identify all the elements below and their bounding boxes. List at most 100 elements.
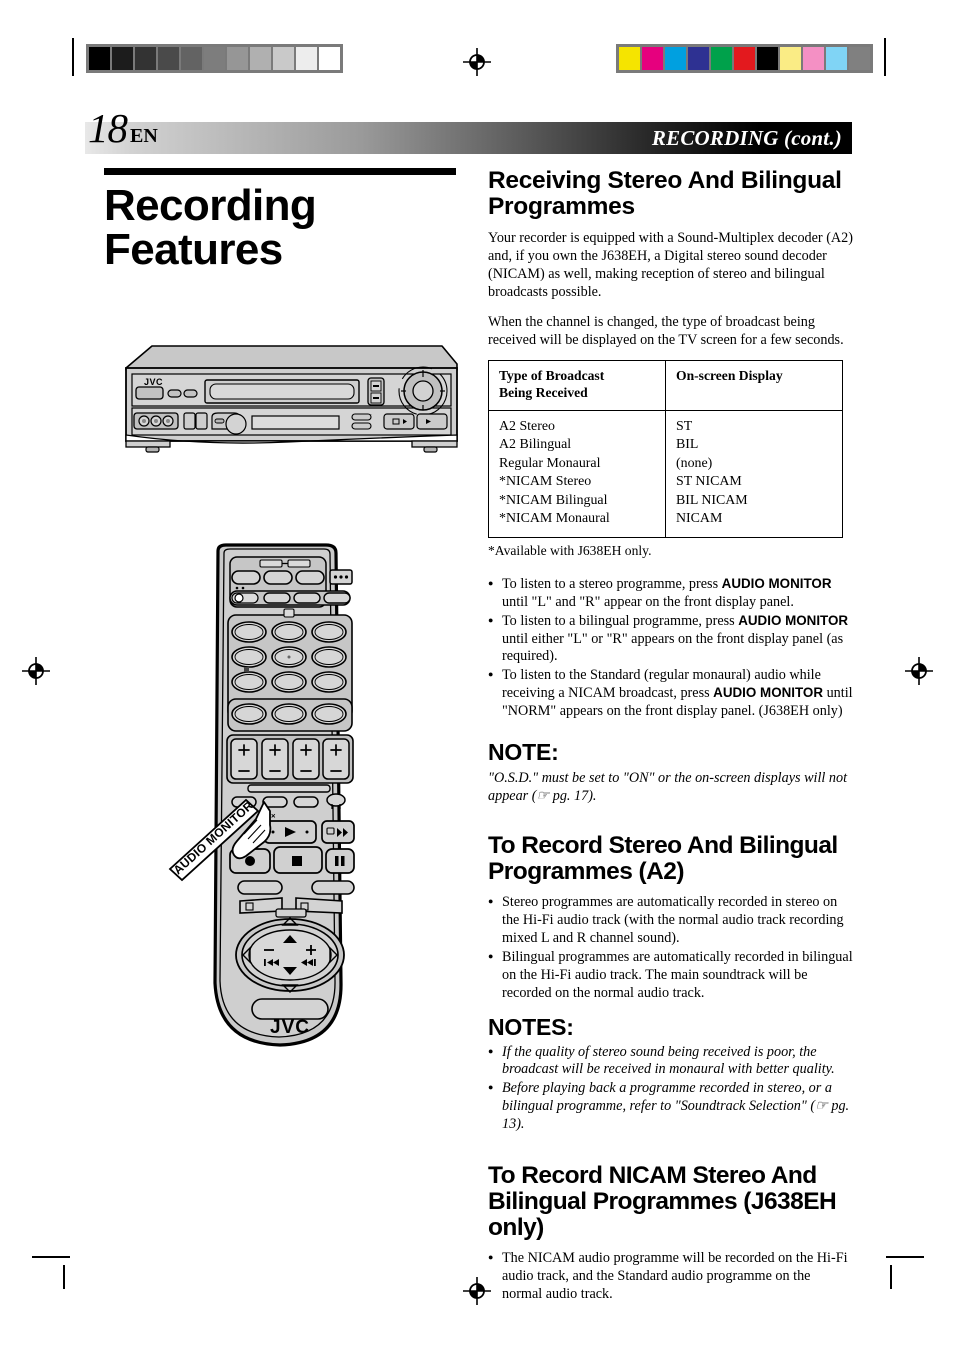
table-cell-type: *NICAM Stereo: [499, 474, 592, 490]
table-cell-display: NICAM: [665, 510, 843, 538]
table-header-onscreen-display: On-screen Display: [665, 360, 843, 411]
grayscale-swatch-9: [296, 47, 317, 70]
list-item: Before playing back a programme recorded…: [488, 1079, 854, 1134]
remote-brand-label: JVC: [270, 1017, 310, 1038]
grayscale-swatch-5: [204, 47, 225, 70]
page-title: Recording Features: [104, 181, 460, 274]
table-cell-type: A2 Bilingual: [499, 437, 572, 453]
list-item: To listen to a bilingual programme, pres…: [488, 612, 854, 667]
a2-notes-list: If the quality of stereo sound being rec…: [488, 1043, 854, 1134]
grayscale-swatch-0: [89, 47, 110, 70]
table-header-broadcast-type-line2: Being Received: [499, 384, 588, 400]
bullet-text-bold: AUDIO MONITOR: [738, 612, 849, 628]
page-number-value: 18: [88, 105, 128, 151]
table-row: *NICAM Stereo ST NICAM: [489, 473, 843, 492]
table-head: Type of Broadcast Being Received On-scre…: [488, 360, 843, 411]
crop-mark-bottom-left-h: [32, 1256, 70, 1258]
list-item: To listen to a stereo programme, press A…: [488, 575, 854, 612]
grayscale-swatch-10: [319, 47, 340, 70]
grayscale-swatch-4: [181, 47, 202, 70]
color-swatch-8: [803, 47, 824, 70]
heading-record-stereo-bilingual-a2: To Record Stereo And Bilingual Programme…: [488, 832, 838, 886]
table-cell-display: ST NICAM: [665, 473, 843, 492]
table-row: *NICAM Monaural NICAM: [489, 510, 843, 538]
table-cell-display: BIL NICAM: [665, 491, 843, 511]
table-header-broadcast-type: Type of Broadcast Being Received: [488, 360, 666, 411]
registration-mark-left: [22, 657, 50, 685]
bullet-text-pre: To listen to a stereo programme, press: [502, 575, 722, 592]
paragraph-channel-change: When the channel is changed, the type of…: [488, 313, 844, 348]
grayscale-swatch-3: [158, 47, 179, 70]
list-item: Stereo programmes are automatically reco…: [488, 893, 854, 948]
bullet-text-post: until either "L" or "R" appears on the f…: [502, 630, 844, 665]
title-rule: [104, 168, 456, 175]
crop-mark-bottom-right-h: [886, 1256, 924, 1258]
color-swatch-4: [711, 47, 732, 70]
color-swatch-10: [849, 47, 870, 70]
color-swatch-0: [619, 47, 640, 70]
table-row: Regular Monaural (none): [489, 454, 843, 474]
heading-record-nicam-stereo-bilingual: To Record NICAM Stereo And Bilingual Pro…: [488, 1162, 837, 1241]
table-cell-type: Regular Monaural: [499, 455, 601, 471]
grayscale-swatch-1: [112, 47, 133, 70]
page-title-line1: Recording: [104, 181, 317, 230]
page-number: 18 EN: [88, 108, 158, 149]
a2-recording-bullet-list: Stereo programmes are automatically reco…: [488, 893, 854, 1003]
list-item: If the quality of stereo sound being rec…: [488, 1043, 854, 1080]
left-column: Recording Features: [104, 168, 460, 271]
table-row: A2 Bilingual BIL: [489, 436, 843, 455]
paragraph-decoder-info: Your recorder is equipped with a Sound-M…: [488, 229, 853, 301]
list-item: The NICAM audio programme will be record…: [488, 1249, 854, 1304]
right-column: Receiving Stereo And Bilingual Programme…: [488, 168, 854, 1305]
color-swatch-1: [642, 47, 663, 70]
page-title-line2: Features: [104, 224, 283, 274]
note-text-osd: "O.S.D." must be set to "ON" or the on-s…: [488, 769, 848, 805]
table-row: *NICAM Bilingual BIL NICAM: [489, 491, 843, 511]
registration-mark-bottom: [463, 1277, 491, 1305]
color-swatch-7: [780, 47, 801, 70]
table-cell-type: *NICAM Monaural: [499, 511, 610, 527]
table-body: A2 Stereo ST A2 Bilingual BIL Regular Mo…: [489, 410, 843, 538]
table-cell-display: ST: [665, 410, 843, 437]
color-swatch-3: [688, 47, 709, 70]
table-cell-type: *NICAM Bilingual: [499, 492, 608, 508]
remote-control-illustration: /II ⊙/✕: [160, 543, 390, 1068]
svg-text:JVC: JVC: [144, 377, 163, 387]
note-heading: NOTE:: [488, 738, 559, 765]
table-footnote: *Available with J638EH only.: [488, 542, 652, 558]
section-title: RECORDING (cont.): [651, 126, 842, 150]
nicam-recording-bullet-list: The NICAM audio programme will be record…: [488, 1249, 854, 1304]
color-swatch-2: [665, 47, 686, 70]
crop-mark-top-left: [72, 38, 74, 76]
grayscale-swatch-6: [227, 47, 248, 70]
registration-mark-top: [463, 48, 491, 76]
bullet-text-post: until "L" and "R" appear on the front di…: [502, 593, 794, 610]
table-cell-display: (none): [665, 454, 843, 474]
crop-mark-top-right: [884, 38, 886, 76]
grayscale-swatch-7: [250, 47, 271, 70]
color-swatch-9: [826, 47, 847, 70]
list-item: To listen to the Standard (regular monau…: [488, 666, 854, 721]
vcr-illustration: JVC ·: [112, 334, 464, 464]
heading-receiving-stereo-bilingual: Receiving Stereo And Bilingual Programme…: [488, 167, 842, 220]
crop-mark-bottom-right-v: [890, 1265, 892, 1289]
page-header-band: RECORDING (cont.): [85, 122, 852, 154]
bullet-text-bold: AUDIO MONITOR: [721, 575, 832, 591]
table-header-row: Type of Broadcast Being Received On-scre…: [488, 360, 843, 411]
table-header-broadcast-type-line1: Type of Broadcast: [499, 367, 605, 383]
page-language-code: EN: [130, 125, 158, 147]
table-cell-type: A2 Stereo: [499, 418, 555, 434]
list-item: Bilingual programmes are automatically r…: [488, 948, 854, 1003]
registration-mark-right: [905, 657, 933, 685]
table-row: A2 Stereo ST: [489, 410, 843, 437]
grayscale-swatch-2: [135, 47, 156, 70]
color-swatch-5: [734, 47, 755, 70]
grayscale-calibration-bar: [86, 44, 343, 73]
broadcast-type-table: Type of Broadcast Being Received On-scre…: [488, 359, 843, 538]
table-cell-display: BIL: [665, 436, 843, 455]
crop-mark-bottom-left-v: [63, 1265, 65, 1289]
grayscale-swatch-8: [273, 47, 294, 70]
audio-monitor-bullet-list: To listen to a stereo programme, press A…: [488, 575, 854, 721]
color-swatch-6: [757, 47, 778, 70]
color-calibration-bar: [616, 44, 873, 73]
